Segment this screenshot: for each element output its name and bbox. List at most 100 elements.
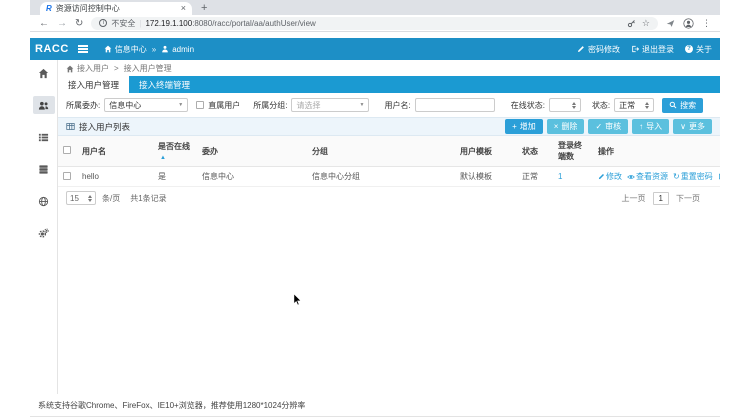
url-path: :8080/racc/portal/aa/authUser/view — [192, 18, 316, 28]
system-footer-note: 系统支持谷歌Chrome、FireFox、IE10+浏览器，推荐使用1280*1… — [38, 401, 306, 410]
new-tab-button[interactable]: + — [201, 2, 207, 15]
reload-icon[interactable]: ↻ — [75, 18, 83, 29]
next-page-button[interactable]: 下一页 — [676, 193, 700, 204]
tab-access-user[interactable]: 接入用户管理 — [58, 76, 130, 93]
menu-toggle-icon[interactable] — [77, 45, 88, 53]
cell-group: 信息中心分组 — [306, 166, 454, 187]
add-label: 增加 — [519, 122, 536, 131]
stepper-icon — [645, 101, 650, 109]
plus-icon: + — [512, 121, 517, 131]
app-header: RACC 信息中心 » admin 密码修改 退出登录 ? 关于 — [30, 38, 720, 60]
current-user[interactable]: admin — [161, 45, 194, 54]
org-breadcrumb[interactable]: 信息中心 — [104, 44, 147, 55]
direct-user-checkbox[interactable] — [196, 101, 205, 109]
committee-select[interactable]: 信息中心 ▼ — [104, 98, 189, 112]
url-divider: | — [139, 18, 142, 28]
search-icon — [669, 101, 677, 109]
username-input[interactable] — [414, 98, 495, 112]
offline-link[interactable]: 下线 — [718, 171, 720, 182]
view-resources-link[interactable]: 查看资源 — [627, 171, 668, 182]
gears-icon — [38, 228, 49, 238]
list-panel-header: 接入用户列表 + 增加 × 删除 ✓ 审核 ↑ 导入 ∨ 更多 — [58, 117, 720, 136]
direct-user-label[interactable]: 直属用户 — [208, 100, 240, 111]
more-button[interactable]: ∨ 更多 — [673, 119, 712, 134]
logout-button[interactable]: 退出登录 — [631, 44, 674, 55]
total-records-label: 共1条记录 — [130, 193, 167, 203]
breadcrumb-parent[interactable]: 接入用户 — [77, 63, 109, 74]
prev-page-button[interactable]: 上一页 — [622, 193, 646, 204]
reset-password-link[interactable]: ↻ 重置密码 — [673, 171, 713, 182]
back-icon[interactable]: ← — [39, 18, 49, 29]
sidebar-item-home[interactable] — [33, 64, 55, 82]
refresh-icon: ↻ — [673, 172, 680, 181]
search-button[interactable]: 搜索 — [662, 97, 704, 113]
logout-icon — [632, 45, 639, 53]
globe-icon — [38, 196, 49, 206]
table-row: hello 是 信息中心 信息中心分组 默认模板 正常 1 修改 查看资源 ↻ … — [58, 166, 720, 187]
url-text: 172.19.1.100:8080/racc/portal/aa/authUse… — [145, 19, 315, 28]
content-area: 接入用户 > 接入用户管理 接入用户管理 接入终端管理 所属委办: 信息中心 ▼ — [58, 60, 720, 394]
import-label: 导入 — [646, 122, 663, 131]
breadcrumb: 接入用户 > 接入用户管理 — [58, 62, 720, 75]
column-header-sortable[interactable]: 是否在线▲ — [152, 136, 196, 167]
sidebar-item-users[interactable] — [32, 96, 55, 114]
upload-icon: ↑ — [639, 121, 644, 131]
breadcrumb-current: 接入用户管理 — [123, 64, 172, 73]
stepper-icon — [571, 101, 576, 109]
sidebar-item-network[interactable] — [33, 192, 55, 210]
select-all-checkbox[interactable] — [63, 146, 71, 154]
address-bar[interactable]: i 不安全 | 172.19.1.100:8080/racc/portal/aa… — [91, 16, 658, 30]
tab-access-terminal[interactable]: 接入终端管理 — [129, 76, 200, 93]
bookmark-star-icon[interactable]: ☆ — [642, 18, 650, 29]
profile-icon[interactable] — [683, 17, 694, 29]
browser-tabstrip: R 资源访问控制中心 × + — [30, 0, 720, 15]
table-header-row: 用户名 是否在线▲ 委办 分组 用户模板 状态 登录终端数 操作 — [58, 136, 720, 167]
edit-link[interactable]: 修改 — [598, 171, 622, 182]
sidebar-item-list[interactable] — [33, 128, 55, 146]
panel-title: 接入用户列表 — [79, 121, 131, 132]
import-button[interactable]: ↑ 导入 — [632, 119, 670, 134]
app-logo: RACC — [35, 43, 69, 55]
sort-asc-icon: ▲ — [160, 155, 166, 161]
search-label: 搜索 — [680, 100, 697, 110]
browser-window: R 资源访问控制中心 × + ← → ↻ i 不安全 | 172.19.1.10… — [30, 0, 720, 417]
key-icon[interactable] — [627, 19, 636, 28]
sidebar-item-servers[interactable] — [33, 160, 55, 178]
cell-committee: 信息中心 — [196, 166, 306, 187]
audit-button[interactable]: ✓ 审核 — [588, 119, 629, 134]
current-page-button[interactable]: 1 — [652, 191, 669, 205]
sidebar-item-settings[interactable] — [33, 224, 55, 242]
home-icon — [38, 68, 49, 78]
audit-label: 审核 — [605, 122, 622, 131]
change-password-button[interactable]: 密码修改 — [577, 44, 620, 55]
extension-icon[interactable] — [666, 19, 675, 28]
chevron-down-icon: ▼ — [178, 102, 184, 108]
column-header: 分组 — [306, 136, 454, 167]
sidebar — [30, 60, 58, 394]
row-checkbox[interactable] — [63, 171, 71, 180]
forward-icon[interactable]: → — [57, 18, 67, 29]
column-header: 状态 — [516, 136, 552, 167]
module-tabbar: 接入用户管理 接入终端管理 — [58, 76, 720, 93]
page-size-select[interactable]: 15 — [66, 191, 96, 205]
not-secure-icon[interactable]: i — [99, 19, 108, 27]
browser-menu-icon[interactable]: ⋮ — [702, 18, 711, 29]
online-status-select[interactable] — [548, 98, 581, 112]
change-password-label: 密码修改 — [588, 44, 620, 54]
column-header: 登录终端数 — [552, 136, 592, 167]
chevron-down-icon: ▼ — [359, 102, 365, 108]
browser-tab[interactable]: R 资源访问控制中心 × — [40, 2, 192, 15]
check-icon: ✓ — [595, 121, 603, 131]
mouse-cursor — [293, 293, 302, 306]
pagination-bar: 15 条/页 共1条记录 上一页 1 下一页 — [58, 187, 720, 205]
terminal-count-link[interactable]: 1 — [558, 172, 562, 181]
breadcrumb-sep: > — [114, 64, 119, 73]
status-select[interactable]: 正常 — [614, 98, 655, 112]
add-button[interactable]: + 增加 — [505, 119, 543, 134]
about-button[interactable]: ? 关于 — [685, 44, 712, 55]
group-select[interactable]: 请选择 ▼ — [291, 98, 370, 112]
delete-button[interactable]: × 删除 — [546, 119, 585, 134]
tab-close-icon[interactable]: × — [181, 4, 186, 13]
committee-label: 所属委办: — [66, 100, 101, 110]
username-label: 用户名: — [384, 100, 411, 110]
